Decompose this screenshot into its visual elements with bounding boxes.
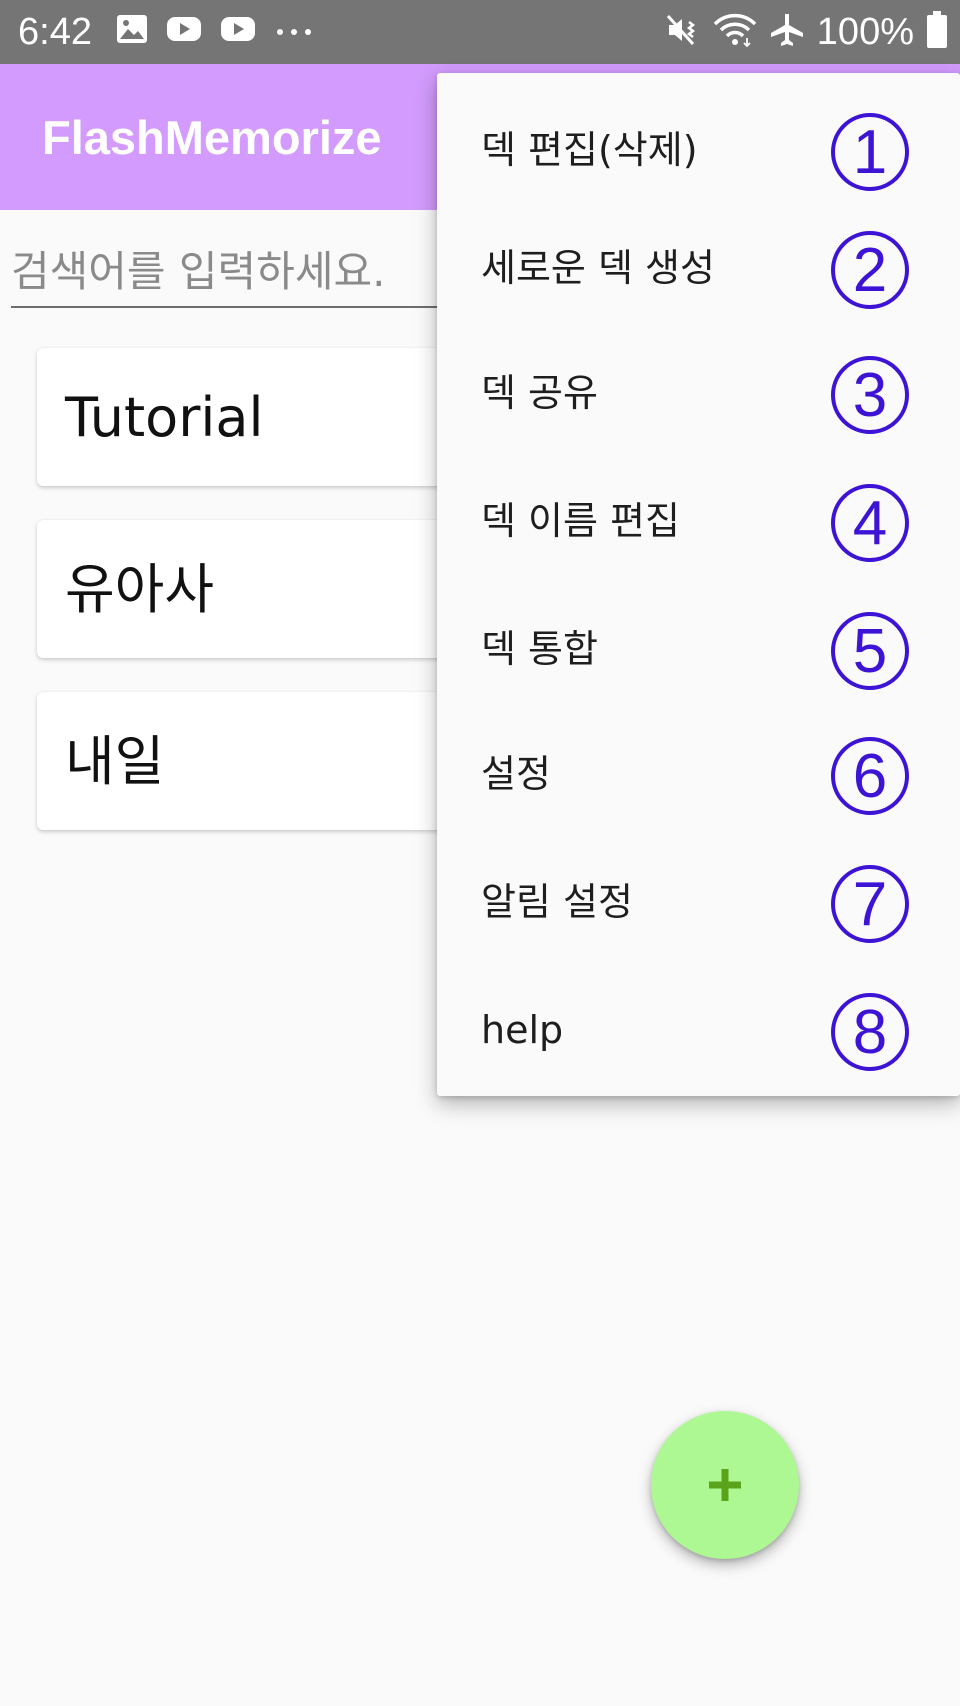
menu-item-edit-deck[interactable]: 덱 편집(삭제) 1 bbox=[437, 87, 960, 213]
menu-item-create-deck[interactable]: 세로운 덱 생성 2 bbox=[437, 205, 960, 331]
menu-item-rename-deck[interactable]: 덱 이름 편집 4 bbox=[437, 458, 960, 584]
wifi-icon bbox=[713, 12, 757, 52]
menu-item-share-deck[interactable]: 덱 공유 3 bbox=[437, 330, 960, 456]
menu-item-help[interactable]: help 8 bbox=[437, 967, 960, 1093]
deck-name: Tutorial bbox=[65, 386, 264, 449]
menu-item-notification-settings[interactable]: 알림 설정 7 bbox=[437, 839, 960, 965]
mute-vibrate-icon bbox=[665, 12, 701, 52]
annotation-number-badge: 8 bbox=[831, 993, 909, 1071]
menu-item-label: 덱 편집(삭제) bbox=[481, 128, 698, 172]
menu-item-label: 세로운 덱 생성 bbox=[481, 246, 715, 290]
annotation-number-badge: 7 bbox=[831, 865, 909, 943]
annotation-number-badge: 6 bbox=[831, 737, 909, 815]
battery-level: 100% bbox=[816, 11, 914, 53]
annotation-number-badge: 3 bbox=[831, 356, 909, 434]
menu-item-merge-deck[interactable]: 덱 통합 5 bbox=[437, 586, 960, 712]
add-deck-button[interactable] bbox=[651, 1411, 799, 1559]
status-bar: 6:42 100% bbox=[0, 0, 960, 64]
menu-item-label: 알림 설정 bbox=[481, 880, 633, 924]
youtube-icon bbox=[220, 15, 256, 47]
menu-item-label: help bbox=[481, 1008, 564, 1052]
more-icon bbox=[274, 22, 314, 41]
menu-item-label: 덱 통합 bbox=[481, 627, 598, 671]
deck-name: 내일 bbox=[65, 730, 165, 793]
status-time: 6:42 bbox=[18, 11, 92, 53]
system-icons: 100% bbox=[665, 10, 948, 54]
youtube-icon bbox=[166, 15, 202, 47]
deck-card[interactable]: Tutorial bbox=[37, 348, 497, 486]
notification-icons bbox=[116, 14, 314, 48]
menu-item-label: 덱 공유 bbox=[481, 371, 598, 415]
menu-item-settings[interactable]: 설정 6 bbox=[437, 711, 960, 837]
menu-item-label: 설정 bbox=[481, 752, 551, 796]
deck-card[interactable]: 내일 bbox=[37, 692, 497, 830]
annotation-number-badge: 2 bbox=[831, 231, 909, 309]
overflow-menu: 덱 편집(삭제) 1 세로운 덱 생성 2 덱 공유 3 덱 이름 편집 4 덱… bbox=[437, 73, 960, 1096]
app-title: FlashMemorize bbox=[42, 111, 382, 164]
annotation-number-badge: 4 bbox=[831, 484, 909, 562]
gallery-icon bbox=[116, 14, 148, 48]
menu-item-label: 덱 이름 편집 bbox=[481, 499, 680, 543]
airplane-mode-icon bbox=[769, 12, 805, 52]
annotation-number-badge: 1 bbox=[831, 113, 909, 191]
annotation-number-badge: 5 bbox=[831, 612, 909, 690]
plus-icon bbox=[709, 1469, 741, 1501]
deck-name: 유아사 bbox=[65, 558, 215, 621]
deck-card[interactable]: 유아사 bbox=[37, 520, 497, 658]
battery-icon bbox=[926, 11, 948, 53]
